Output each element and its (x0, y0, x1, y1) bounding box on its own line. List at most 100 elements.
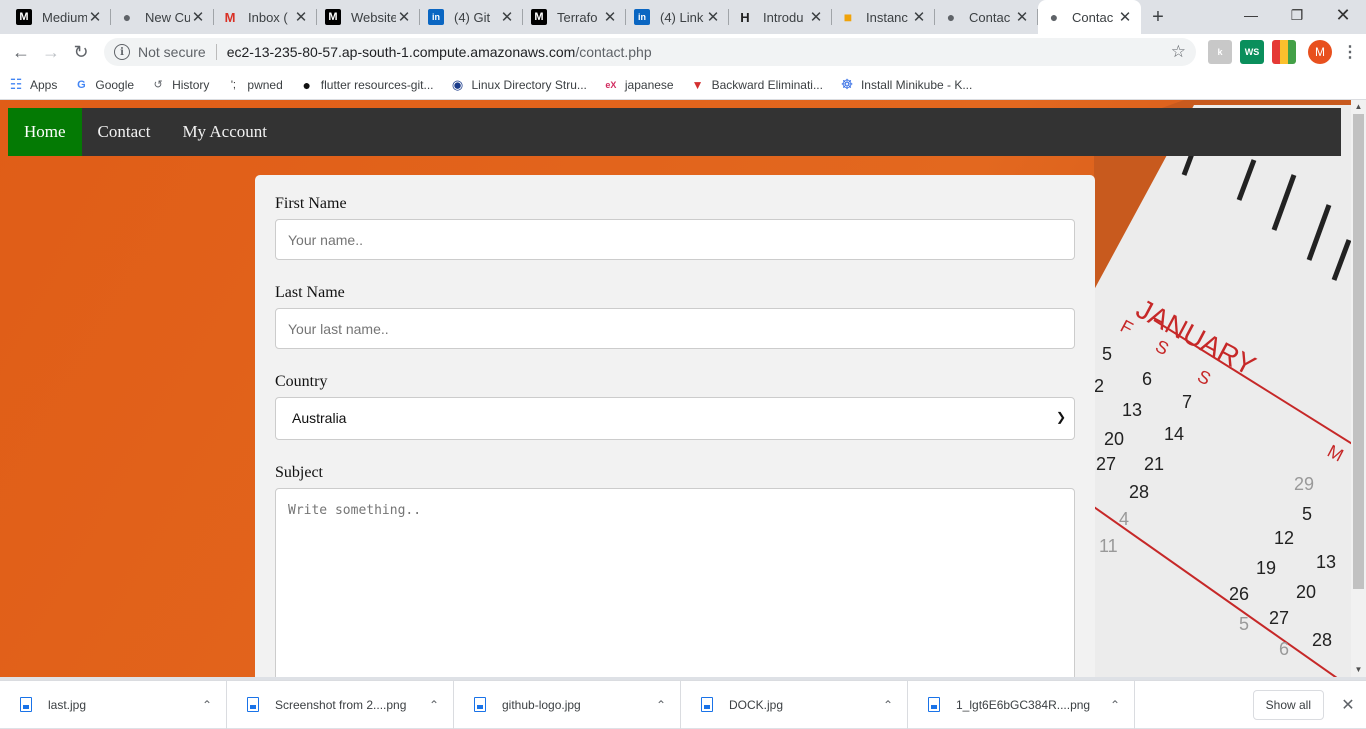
bookmark-label: Install Minikube - K... (860, 77, 973, 92)
show-all-button[interactable]: Show all (1252, 689, 1324, 720)
back-button[interactable]: ← (6, 37, 36, 67)
nav-my-account[interactable]: My Account (166, 108, 283, 156)
whatfont-extension-icon[interactable]: WS (1240, 40, 1264, 64)
chevron-up-icon[interactable]: ⌃ (202, 698, 212, 712)
bookmark-item[interactable]: G Google (73, 77, 134, 93)
first-name-input[interactable]: Your name.. (275, 219, 1075, 260)
bookmark-label: Backward Eliminati... (711, 77, 823, 92)
tab-close-icon[interactable]: ✕ (911, 8, 927, 26)
browser-tab[interactable]: in (4) Link ✕ (626, 0, 729, 34)
svg-text:20: 20 (1104, 429, 1124, 449)
tab-close-icon[interactable]: ✕ (190, 8, 206, 26)
download-item[interactable]: 1_lgt6E6bGC384R....png ⌃ (908, 680, 1135, 729)
tab-close-icon[interactable]: ✕ (705, 8, 721, 26)
svg-text:5: 5 (1102, 344, 1112, 364)
close-window-button[interactable]: ✕ (1320, 0, 1366, 30)
tab-close-icon[interactable]: ✕ (602, 8, 618, 26)
browser-tab[interactable]: in (4) Git ✕ (420, 0, 523, 34)
scroll-down-icon[interactable]: ▼ (1351, 663, 1366, 677)
scroll-up-icon[interactable]: ▲ (1351, 100, 1366, 114)
bookmark-item[interactable]: '; pwned (225, 77, 283, 93)
menu-icon[interactable]: ⋮ (1340, 42, 1360, 62)
nav-home[interactable]: Home (8, 108, 82, 156)
new-tab-button[interactable]: + (1141, 0, 1175, 34)
apps-grid-icon: ☷ (9, 76, 23, 92)
image-file-icon (928, 697, 940, 712)
avatar[interactable]: M (1308, 40, 1332, 64)
close-downloads-icon[interactable]: ✕ (1336, 695, 1360, 715)
svg-text:4: 4 (1119, 509, 1129, 529)
maximize-button[interactable]: ❐ (1274, 0, 1320, 30)
bookmark-item[interactable]: eX japanese (603, 77, 673, 93)
color-extension-icon[interactable] (1272, 40, 1296, 64)
download-item[interactable]: Screenshot from 2....png ⌃ (227, 680, 454, 729)
url-text[interactable]: ec2-13-235-80-57.ap-south-1.compute.amaz… (227, 44, 1171, 60)
tab-close-icon[interactable]: ✕ (87, 8, 103, 26)
svg-text:12: 12 (1274, 528, 1294, 548)
last-name-label: Last Name (275, 284, 345, 301)
bookmark-star-icon[interactable]: ☆ (1171, 42, 1186, 62)
tab-close-icon[interactable]: ✕ (499, 8, 515, 26)
country-label: Country (275, 373, 328, 390)
browser-tab[interactable]: M Medium ✕ (8, 0, 111, 34)
google-icon: G (77, 78, 86, 91)
browser-tab[interactable]: ● Contac ✕ (1038, 0, 1141, 34)
browser-toolbar: ← → ↻ i Not secure ec2-13-235-80-57.ap-s… (0, 34, 1366, 70)
tab-close-icon[interactable]: ✕ (396, 8, 412, 26)
download-item[interactable]: github-logo.jpg ⌃ (454, 680, 681, 729)
page-scrollbar[interactable]: ▲ ▼ (1351, 100, 1366, 677)
info-icon[interactable]: i (114, 44, 130, 60)
browser-tab[interactable]: H Introdu ✕ (729, 0, 832, 34)
bookmark-item[interactable]: ☷ Apps (8, 76, 58, 93)
tab-close-icon[interactable]: ✕ (1117, 8, 1133, 26)
browser-tab[interactable]: M Terrafo ✕ (523, 0, 626, 34)
bookmark-label: History (172, 77, 210, 92)
tab-close-icon[interactable]: ✕ (808, 8, 824, 26)
svg-text:13: 13 (1316, 552, 1336, 572)
browser-tab[interactable]: ■ Instanc ✕ (832, 0, 935, 34)
last-name-input[interactable]: Your last name.. (275, 308, 1075, 349)
scrollbar-thumb[interactable] (1353, 114, 1364, 589)
page-viewport: JANUARY F S S M 567 2 13 14 20 21 27 28 5 12 1… (0, 100, 1366, 677)
subject-textarea[interactable]: Write something.. (275, 488, 1075, 677)
browser-tab[interactable]: M Website ✕ (317, 0, 420, 34)
browser-tab[interactable]: ● New Cu ✕ (111, 0, 214, 34)
reload-button[interactable]: ↻ (66, 37, 96, 67)
tab-list: M Medium ✕ ● New Cu ✕ M Inbox (✕ M Website ✕ in (4) … (0, 0, 1141, 34)
image-file-icon (20, 697, 32, 712)
gmail-icon: M (224, 9, 236, 25)
extension-icon[interactable]: k (1208, 40, 1232, 64)
edx-icon: eX (605, 79, 617, 90)
window-controls: — ❐ ✕ (1228, 0, 1366, 30)
top-navigation: Home Contact My Account (8, 108, 1341, 156)
chevron-up-icon[interactable]: ⌃ (656, 698, 666, 712)
tab-close-icon[interactable]: ✕ (1014, 8, 1030, 26)
divider (215, 44, 217, 60)
medium-icon: M (16, 9, 32, 25)
chevron-up-icon[interactable]: ⌃ (1110, 698, 1120, 712)
browser-tab[interactable]: ● Contac ✕ (935, 0, 1038, 34)
bookmark-item[interactable]: ◉ Linux Directory Stru... (450, 77, 587, 93)
chevron-up-icon[interactable]: ⌃ (429, 698, 439, 712)
tab-close-icon[interactable]: ✕ (293, 8, 309, 26)
svg-text:5: 5 (1302, 504, 1312, 524)
bookmark-item[interactable]: ↺ History (150, 77, 209, 93)
download-item[interactable]: last.jpg ⌃ (0, 680, 227, 729)
download-item[interactable]: DOCK.jpg ⌃ (681, 680, 908, 729)
nav-contact[interactable]: Contact (82, 108, 167, 156)
first-name-label: First Name (275, 195, 347, 212)
svg-text:14: 14 (1164, 424, 1184, 444)
bookmark-item[interactable]: ● flutter resources-git... (299, 77, 434, 93)
bookmark-item[interactable]: ☸ Install Minikube - K... (839, 76, 973, 93)
bookmark-item[interactable]: ▼ Backward Eliminati... (690, 77, 823, 93)
minimize-button[interactable]: — (1228, 0, 1274, 30)
chevron-up-icon[interactable]: ⌃ (883, 698, 893, 712)
browser-tab[interactable]: M Inbox (✕ (214, 0, 317, 34)
country-selected-value: Australia (292, 410, 347, 426)
country-select[interactable]: Australia ❯ (275, 397, 1075, 440)
chevron-down-icon: ❯ (1055, 410, 1066, 424)
security-status: Not secure (138, 44, 206, 60)
forward-button[interactable]: → (36, 37, 66, 67)
address-bar[interactable]: i Not secure ec2-13-235-80-57.ap-south-1… (104, 38, 1196, 66)
svg-text:27: 27 (1269, 608, 1289, 628)
